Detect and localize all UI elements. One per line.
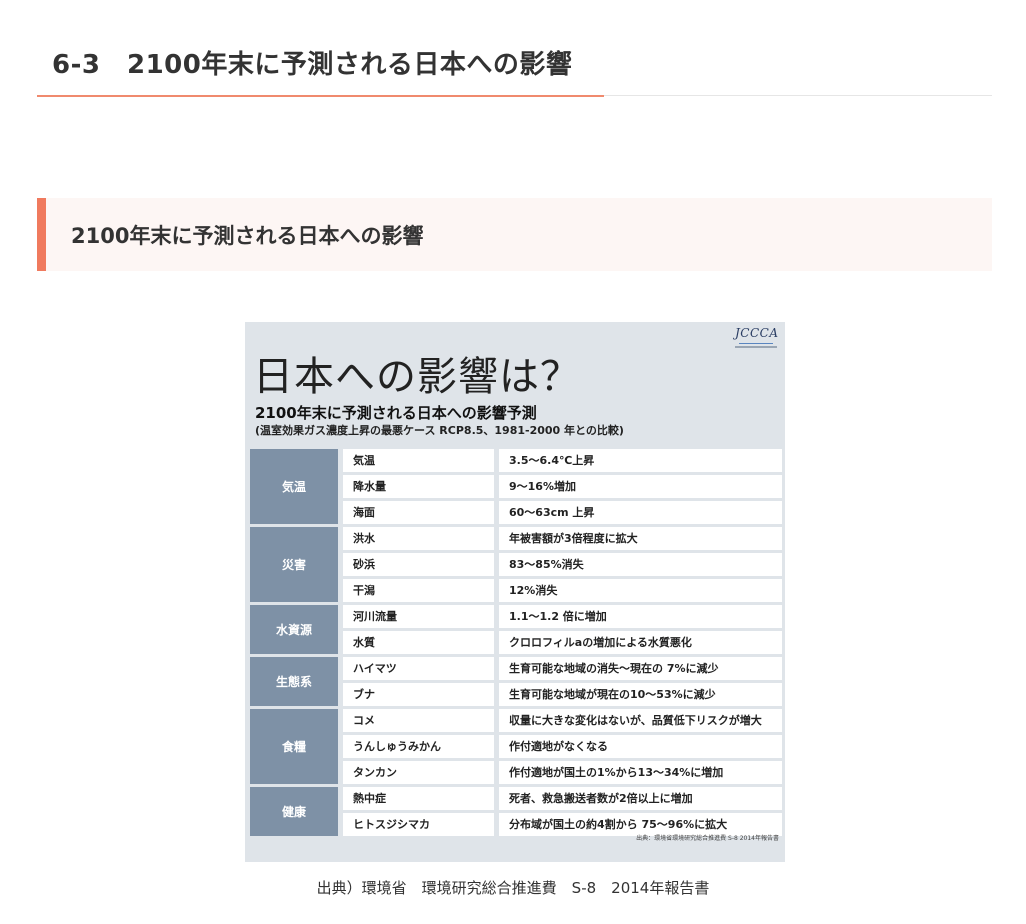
- table-row: 気温 3.5～6.4℃上昇: [343, 449, 782, 472]
- table-effect: 作付適地が国土の1%から13～34%に増加: [499, 761, 782, 784]
- figure-title: 日本への影響は？: [253, 354, 581, 400]
- table-item: タンカン: [343, 761, 494, 784]
- table-item: 水質: [343, 631, 494, 654]
- table-effect: 12%消失: [499, 579, 782, 602]
- table-row: 河川流量 1.1～1.2 倍に増加: [343, 605, 782, 628]
- group-temperature: 気温 気温 3.5～6.4℃上昇 降水量 9～16%増加 海面 60～63cm …: [250, 449, 782, 524]
- impact-figure: JCCCA 日本への影響は？ 2100年末に予測される日本への影響予測 (温室効…: [245, 322, 785, 862]
- table-effect: 収量に大きな変化はないが、品質低下リスクが増大: [499, 709, 782, 732]
- group-label: 生態系: [250, 657, 338, 706]
- group-water-resources: 水資源 河川流量 1.1～1.2 倍に増加 水質 クロロフィルaの増加による水質…: [250, 605, 782, 654]
- section-heading-box: 2100年末に予測される日本への影響: [37, 198, 992, 271]
- section-title: 2100年末に予測される日本への影響: [71, 224, 424, 248]
- table-effect: 年被害額が3倍程度に拡大: [499, 527, 782, 550]
- table-effect: 作付適地がなくなる: [499, 735, 782, 758]
- table-item: 海面: [343, 501, 494, 524]
- section-accent-bar: [37, 198, 46, 271]
- table-row: 水質 クロロフィルaの増加による水質悪化: [343, 631, 782, 654]
- figure-note: (温室効果ガス濃度上昇の最悪ケース RCP8.5、1981-2000 年との比較…: [255, 424, 624, 437]
- table-item: ハイマツ: [343, 657, 494, 680]
- table-row: 熱中症 死者、救急搬送者数が2倍以上に増加: [343, 787, 782, 810]
- group-disaster: 災害 洪水 年被害額が3倍程度に拡大 砂浜 83～85%消失 干潟 12%消失: [250, 527, 782, 602]
- jccca-logo-text: JCCCA: [735, 326, 779, 340]
- jccca-logo: JCCCA: [735, 326, 779, 352]
- figure-source-note: 出典：環境省環境研究総合推進費 S-8 2014年報告書: [636, 835, 779, 842]
- table-effect: 3.5～6.4℃上昇: [499, 449, 782, 472]
- table-effect: 1.1～1.2 倍に増加: [499, 605, 782, 628]
- group-health: 健康 熱中症 死者、救急搬送者数が2倍以上に増加 ヒトスジシマカ 分布域が国土の…: [250, 787, 782, 836]
- table-item: コメ: [343, 709, 494, 732]
- table-effect: 9～16%増加: [499, 475, 782, 498]
- table-row: 洪水 年被害額が3倍程度に拡大: [343, 527, 782, 550]
- table-effect: 死者、救急搬送者数が2倍以上に増加: [499, 787, 782, 810]
- table-item: 砂浜: [343, 553, 494, 576]
- table-item: ブナ: [343, 683, 494, 706]
- table-item: 干潟: [343, 579, 494, 602]
- table-item: 洪水: [343, 527, 494, 550]
- jccca-logo-subline: [735, 346, 777, 348]
- group-ecosystem: 生態系 ハイマツ 生育可能な地域の消失～現在の 7%に減少 ブナ 生育可能な地域…: [250, 657, 782, 706]
- table-effect: 83～85%消失: [499, 553, 782, 576]
- group-label: 水資源: [250, 605, 338, 654]
- table-item: 熱中症: [343, 787, 494, 810]
- table-item: 気温: [343, 449, 494, 472]
- table-effect: 60～63cm 上昇: [499, 501, 782, 524]
- table-row: 干潟 12%消失: [343, 579, 782, 602]
- jccca-logo-wave: [739, 343, 773, 344]
- page-heading: 6-3 2100年末に予測される日本への影響: [52, 50, 573, 80]
- table-row: ハイマツ 生育可能な地域の消失～現在の 7%に減少: [343, 657, 782, 680]
- table-item: うんしゅうみかん: [343, 735, 494, 758]
- table-row: 砂浜 83～85%消失: [343, 553, 782, 576]
- table-row: 降水量 9～16%増加: [343, 475, 782, 498]
- group-label: 健康: [250, 787, 338, 836]
- table-row: コメ 収量に大きな変化はないが、品質低下リスクが増大: [343, 709, 782, 732]
- group-label: 気温: [250, 449, 338, 524]
- heading-accent-underline: [37, 95, 604, 97]
- table-effect: 生育可能な地域が現在の10～53%に減少: [499, 683, 782, 706]
- table-row: 海面 60～63cm 上昇: [343, 501, 782, 524]
- group-label: 食糧: [250, 709, 338, 784]
- table-item: ヒトスジシマカ: [343, 813, 494, 836]
- table-row: タンカン 作付適地が国土の1%から13～34%に増加: [343, 761, 782, 784]
- group-label: 災害: [250, 527, 338, 602]
- impact-table: 気温 気温 3.5～6.4℃上昇 降水量 9～16%増加 海面 60～63cm …: [250, 449, 782, 839]
- group-food: 食糧 コメ 収量に大きな変化はないが、品質低下リスクが増大 うんしゅうみかん 作…: [250, 709, 782, 784]
- table-row: うんしゅうみかん 作付適地がなくなる: [343, 735, 782, 758]
- table-row: ブナ 生育可能な地域が現在の10～53%に減少: [343, 683, 782, 706]
- figure-subtitle: 2100年末に予測される日本への影響予測: [255, 404, 537, 422]
- table-item: 河川流量: [343, 605, 494, 628]
- figure-caption: 出典）環境省 環境研究総合推進費 S-8 2014年報告書: [316, 879, 710, 897]
- table-item: 降水量: [343, 475, 494, 498]
- table-effect: クロロフィルaの増加による水質悪化: [499, 631, 782, 654]
- table-effect: 生育可能な地域の消失～現在の 7%に減少: [499, 657, 782, 680]
